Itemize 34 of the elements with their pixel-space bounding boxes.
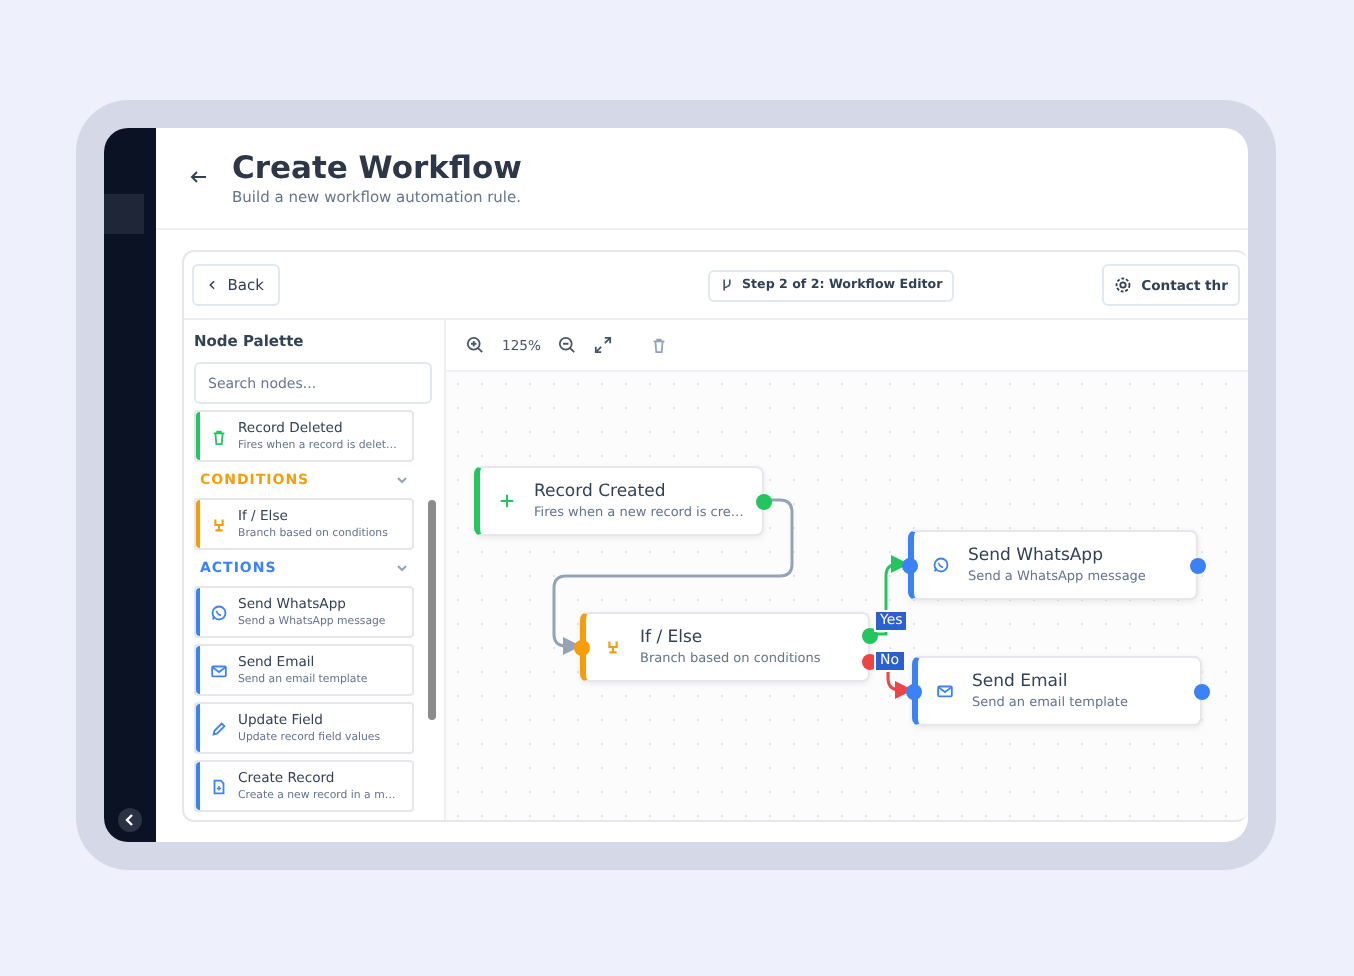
trash-icon [210,427,228,445]
collapse-button[interactable] [118,808,142,832]
node-title: If / Else [640,627,705,649]
mail-icon [210,661,228,679]
zoom-out-icon[interactable] [558,336,577,354]
chevron-left-icon [122,812,138,828]
mail-icon [936,682,954,700]
trash-icon[interactable] [650,336,669,354]
input-handle[interactable] [574,640,590,656]
zoom-in-icon[interactable] [466,336,484,354]
branch-icon [720,278,734,292]
chat-bubble-icon [210,603,228,621]
branch-icon [604,638,622,656]
node-title: Send WhatsApp [968,545,1105,567]
node-title: Record Created [534,481,668,503]
plus-icon [498,492,516,510]
chevron-left-icon [208,278,216,292]
input-handle[interactable] [902,558,918,574]
chat-bubble-icon [932,556,950,574]
back-arrow-icon[interactable] [190,169,208,183]
page-title: Create Workflow [232,148,522,188]
gear-icon [1113,276,1132,294]
caret-icon [396,476,408,484]
output-handle[interactable] [1190,558,1206,574]
output-handle[interactable] [756,494,772,510]
node-title: Send Email [972,671,1070,693]
branch-icon [210,515,228,533]
pencil-icon [210,719,228,737]
caret-icon [396,564,408,572]
input-handle[interactable] [906,684,922,700]
connector [874,555,909,636]
output-handle[interactable] [1194,684,1210,700]
fit-screen-icon[interactable] [594,336,613,354]
file-plus-icon [210,777,228,795]
